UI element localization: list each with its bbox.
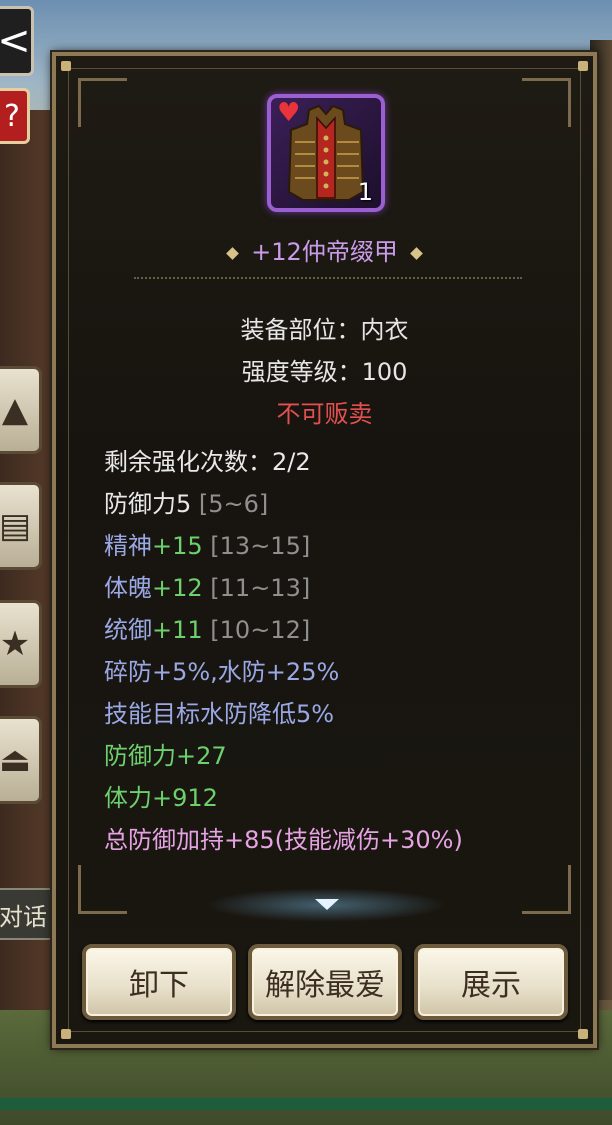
physique-range: [11~13] xyxy=(210,574,311,602)
spirit-stat: 精神+15 [13~15] xyxy=(104,526,310,561)
corner-ornament xyxy=(78,865,127,914)
resist-stat: 碎防+5%,水防+25% xyxy=(104,658,340,686)
total-defense: 总防御加持+85(技能减伤+30%) xyxy=(104,826,463,854)
command-range: [10~12] xyxy=(210,616,311,644)
help-button[interactable]: ? xyxy=(0,88,30,144)
side-button-achievement[interactable]: ★ xyxy=(0,600,42,688)
corner-stud xyxy=(61,1029,71,1039)
bonus-stamina: 体力+912 xyxy=(104,784,218,812)
heart-icon: ♥ xyxy=(277,98,301,128)
item-count: 1 xyxy=(357,178,373,206)
document-icon: ▤ xyxy=(0,506,32,546)
unfavorite-button-label: 解除最爱 xyxy=(265,968,385,1003)
skill-effect: 技能目标水防降低5% xyxy=(104,700,335,728)
equip-slot: 装备部位：内衣 xyxy=(240,316,409,344)
physique-stat: 体魄+12 [11~13] xyxy=(104,568,310,603)
command-value: +11 xyxy=(152,616,203,644)
unequip-button[interactable]: 卸下 xyxy=(82,944,236,1020)
talk-tab[interactable]: 对话 xyxy=(0,888,54,940)
corner-stud xyxy=(578,1029,588,1039)
bonus-defense: 防御力+27 xyxy=(104,742,227,770)
corner-ornament xyxy=(78,78,127,127)
showcase-button[interactable]: 展示 xyxy=(414,944,568,1020)
talk-tab-label: 对话 xyxy=(0,902,47,931)
side-button-eject[interactable]: ⏏ xyxy=(0,716,42,804)
unequip-button-label: 卸下 xyxy=(129,968,189,1003)
spirit-label: 精神 xyxy=(104,532,152,560)
sell-status: 不可贩卖 xyxy=(276,400,373,428)
side-button-upgrade[interactable]: ▲ xyxy=(0,366,42,454)
defense-base: 防御力5 [5~6] xyxy=(104,484,268,519)
upgrade-icon: ▲ xyxy=(1,390,29,430)
corner-ornament xyxy=(522,78,571,127)
corner-stud xyxy=(578,61,588,71)
diamond-ornament xyxy=(409,246,423,260)
remaining-upgrades: 剩余强化次数：2/2 xyxy=(104,448,311,476)
back-icon: < xyxy=(0,18,31,64)
spirit-range: [13~15] xyxy=(210,532,311,560)
physique-label: 体魄 xyxy=(104,574,152,602)
item-name: +12仲帝缀甲 xyxy=(251,238,398,266)
corner-stud xyxy=(61,61,71,71)
strength-level: 强度等级：100 xyxy=(241,358,408,386)
item-detail-panel: ♥ 1 +12仲帝缀甲 装备部位：内衣 强度等级：100 不可贩卖 剩余强化次数… xyxy=(52,52,597,1048)
defense-base-value: 防御力5 xyxy=(104,490,192,518)
spirit-value: +15 xyxy=(152,532,203,560)
diamond-ornament xyxy=(226,246,240,260)
command-label: 统御 xyxy=(104,616,152,644)
side-button-document[interactable]: ▤ xyxy=(0,482,42,570)
item-icon-frame[interactable]: ♥ 1 xyxy=(267,94,385,212)
defense-range: [5~6] xyxy=(198,490,269,518)
item-name-row: +12仲帝缀甲 xyxy=(56,232,593,267)
background-bar xyxy=(0,1098,612,1110)
corner-ornament xyxy=(522,865,571,914)
showcase-button-label: 展示 xyxy=(461,968,521,1003)
command-stat: 统御+11 [10~12] xyxy=(104,610,310,645)
divider xyxy=(134,277,522,279)
unfavorite-button[interactable]: 解除最爱 xyxy=(248,944,402,1020)
chevron-down-icon[interactable] xyxy=(315,899,339,910)
physique-value: +12 xyxy=(152,574,203,602)
eject-icon: ⏏ xyxy=(0,740,32,780)
help-icon: ? xyxy=(4,98,20,134)
back-button[interactable]: < xyxy=(0,6,34,76)
star-icon: ★ xyxy=(0,624,31,664)
